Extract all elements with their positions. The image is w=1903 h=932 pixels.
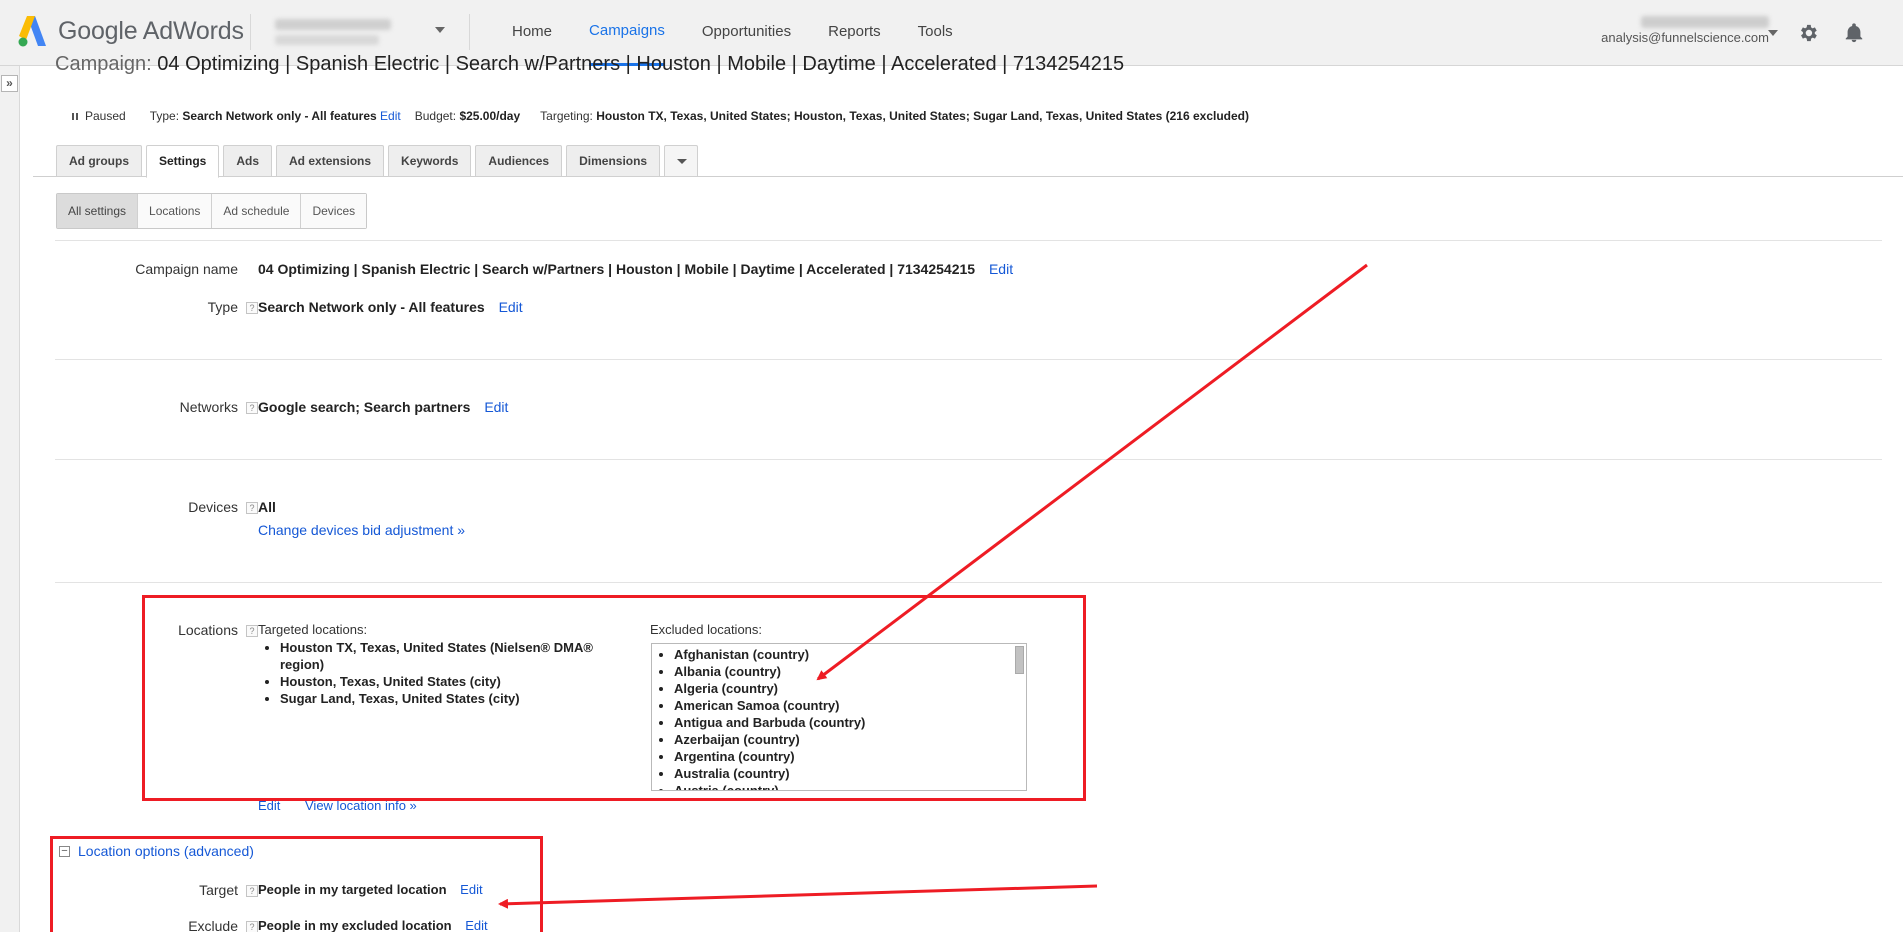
subtab-all-settings[interactable]: All settings	[57, 194, 139, 228]
divider	[55, 240, 1882, 241]
budget-label: Budget:	[414, 109, 457, 123]
subtab-locations[interactable]: Locations	[138, 194, 213, 228]
help-icon[interactable]: ?	[246, 302, 258, 314]
account-id-redacted	[275, 35, 379, 45]
annotation-box-locations	[142, 595, 1086, 801]
divider	[55, 359, 1882, 360]
bell-icon[interactable]	[1843, 21, 1865, 45]
type-edit-link[interactable]: Edit	[380, 109, 401, 123]
adwords-logo[interactable]: Google AdWords	[18, 14, 244, 48]
tab-audiences[interactable]: Audiences	[475, 145, 563, 177]
type-setting-text: Search Network only - All features	[258, 299, 485, 315]
expand-sidebar-icon[interactable]: »	[1, 75, 18, 92]
annotation-box-location-options	[50, 836, 543, 932]
networks-text: Google search; Search partners	[258, 399, 471, 415]
type-label: Type:	[149, 109, 180, 123]
tab-keywords[interactable]: Keywords	[388, 145, 472, 177]
tab-ad-extensions[interactable]: Ad extensions	[276, 145, 385, 177]
tab-dimensions[interactable]: Dimensions	[566, 145, 661, 177]
left-rail: »	[0, 66, 20, 932]
status-text: Paused	[85, 109, 126, 123]
tab-ad-groups[interactable]: Ad groups	[56, 145, 142, 177]
logo-text: Google AdWords	[58, 16, 244, 45]
change-devices-bid-link[interactable]: Change devices bid adjustment »	[258, 522, 465, 538]
campaign-name-label: Campaign name	[135, 261, 238, 277]
type-value: Search Network only - All features	[182, 109, 377, 123]
networks-edit-link[interactable]: Edit	[484, 399, 508, 415]
divider	[55, 582, 1882, 583]
networks-value: Google search; Search partners Edit	[258, 399, 508, 415]
user-account-menu[interactable]: analysis@funnelscience.com	[1601, 16, 1769, 45]
type-setting-edit-link[interactable]: Edit	[499, 299, 523, 315]
tab-settings[interactable]: Settings	[146, 145, 220, 178]
user-menu-chevron-icon[interactable]	[1768, 30, 1778, 36]
main-content: Campaign: 04 Optimizing | Spanish Electr…	[20, 53, 1903, 932]
type-setting-label-text: Type	[207, 299, 238, 315]
type-setting-label: Type?	[208, 299, 258, 315]
networks-label: Networks?	[180, 399, 258, 415]
subtab-ad-schedule[interactable]: Ad schedule	[212, 194, 302, 228]
campaign-title: Campaign: 04 Optimizing | Spanish Electr…	[55, 53, 1124, 76]
help-icon[interactable]: ?	[246, 502, 258, 514]
campaign-title-value: 04 Optimizing | Spanish Electric | Searc…	[157, 53, 1125, 75]
campaign-title-label: Campaign:	[55, 53, 152, 75]
devices-label-text: Devices	[188, 499, 238, 515]
help-icon[interactable]: ?	[246, 402, 258, 414]
targeting-value: Houston TX, Texas, United States; Housto…	[596, 109, 1250, 123]
chevron-down-icon	[435, 27, 445, 33]
type-setting-value: Search Network only - All features Edit	[258, 299, 523, 315]
campaign-name-text: 04 Optimizing | Spanish Electric | Searc…	[258, 261, 976, 277]
divider	[55, 459, 1882, 460]
networks-label-text: Networks	[179, 399, 238, 415]
budget-value: $25.00/day	[459, 109, 521, 123]
campaign-name-value: 04 Optimizing | Spanish Electric | Searc…	[258, 261, 1013, 277]
adwords-logo-icon	[18, 16, 46, 47]
campaign-name-edit-link[interactable]: Edit	[989, 261, 1013, 277]
campaign-tabs: Ad groups Settings Ads Ad extensions Key…	[33, 140, 1903, 178]
tab-ads[interactable]: Ads	[223, 145, 273, 177]
user-email: analysis@funnelscience.com	[1601, 30, 1769, 45]
settings-subtabs: All settings Locations Ad schedule Devic…	[56, 193, 368, 229]
devices-label: Devices?	[188, 499, 258, 515]
subtab-devices[interactable]: Devices	[301, 194, 367, 228]
more-tabs-dropdown[interactable]	[664, 145, 699, 177]
customer-id-redacted	[1641, 16, 1769, 28]
account-name-redacted	[275, 19, 391, 30]
pause-icon	[72, 109, 80, 123]
gear-icon[interactable]	[1797, 22, 1819, 44]
targeting-label: Targeting:	[540, 109, 593, 123]
devices-value: All	[258, 499, 276, 515]
account-selector[interactable]	[250, 14, 470, 50]
campaign-status-bar: Paused Type: Search Network only - All f…	[72, 109, 1249, 123]
